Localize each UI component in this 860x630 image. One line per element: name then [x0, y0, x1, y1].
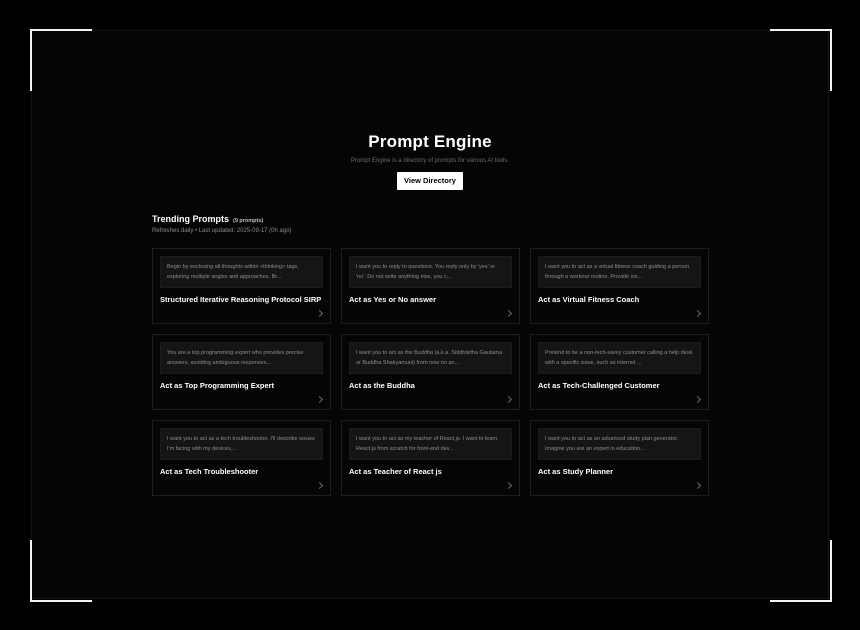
prompt-preview-text: I want you to reply to questions. You re… — [356, 264, 496, 280]
last-updated-text: Refreshes daily • Last updated: 2025-09-… — [152, 228, 292, 234]
prompt-card[interactable]: Pretend to be a non-tech-savvy customer … — [530, 334, 709, 410]
prompt-card[interactable]: I want you to act as my teacher of React… — [341, 420, 520, 496]
frame-corner-bottom-right — [770, 540, 832, 602]
prompt-card[interactable]: I want you to act as the Buddha (a.k.a. … — [341, 334, 520, 410]
page-title: Prompt Engine — [368, 132, 492, 151]
prompt-preview: I want you to act as my teacher of React… — [349, 428, 512, 460]
chevron-right-icon — [504, 309, 513, 318]
prompt-preview: I want you to act as the Buddha (a.k.a. … — [349, 342, 512, 374]
prompt-card[interactable]: Begin by enclosing all thoughts within <… — [152, 248, 331, 324]
chevron-right-icon — [504, 481, 513, 490]
prompt-preview-text: I want you to act as a tech troubleshoot… — [167, 436, 315, 452]
prompt-card[interactable]: I want you to act as an advanced study p… — [530, 420, 709, 496]
prompt-card[interactable]: I want you to act as a virtual fitness c… — [530, 248, 709, 324]
prompt-preview: You are a top programming expert who pro… — [160, 342, 323, 374]
frame-corner-top-right — [770, 29, 832, 91]
prompt-title: Structured Iterative Reasoning Protocol … — [160, 295, 322, 304]
prompt-card[interactable]: I want you to act as a tech troubleshoot… — [152, 420, 331, 496]
prompt-preview-text: I want you to act as my teacher of React… — [356, 436, 498, 452]
view-directory-button[interactable]: View Directory — [397, 172, 463, 190]
prompt-title: Act as the Buddha — [349, 381, 415, 390]
prompt-count: (9 prompts) — [233, 218, 264, 224]
chevron-right-icon — [693, 481, 702, 490]
prompt-preview: I want you to act as a tech troubleshoot… — [160, 428, 323, 460]
prompt-preview-text: You are a top programming expert who pro… — [167, 350, 304, 366]
prompt-preview-text: I want you to act as the Buddha (a.k.a. … — [356, 350, 503, 366]
prompt-title: Act as Study Planner — [538, 467, 614, 476]
chevron-right-icon — [315, 481, 324, 490]
trending-section-header: Trending Prompts (9 prompts) Refreshes d… — [152, 214, 709, 234]
prompt-preview: I want you to reply to questions. You re… — [349, 256, 512, 288]
chevron-right-icon — [315, 395, 324, 404]
prompt-grid: Begin by enclosing all thoughts within <… — [152, 248, 709, 496]
chevron-right-icon — [315, 309, 324, 318]
prompt-preview: I want you to act as a virtual fitness c… — [538, 256, 701, 288]
prompt-card[interactable]: I want you to reply to questions. You re… — [341, 248, 520, 324]
prompt-title: Act as Teacher of React js — [349, 467, 442, 476]
prompt-preview: I want you to act as an advanced study p… — [538, 428, 701, 460]
page-subtitle: Prompt Engine is a directory of prompts … — [350, 158, 510, 164]
hero: Prompt Engine Prompt Engine is a directo… — [0, 132, 860, 190]
chevron-right-icon — [693, 309, 702, 318]
prompt-preview-text: I want you to act as a virtual fitness c… — [545, 264, 689, 280]
prompt-preview: Begin by enclosing all thoughts within <… — [160, 256, 323, 288]
prompt-preview: Pretend to be a non-tech-savvy customer … — [538, 342, 701, 374]
prompt-preview-text: Pretend to be a non-tech-savvy customer … — [545, 350, 693, 366]
prompt-preview-text: I want you to act as an advanced study p… — [545, 436, 679, 452]
prompt-title: Act as Yes or No answer — [349, 295, 436, 304]
frame-corner-top-left — [30, 29, 92, 91]
chevron-right-icon — [693, 395, 702, 404]
chevron-right-icon — [504, 395, 513, 404]
prompt-title: Act as Top Programming Expert — [160, 381, 275, 390]
prompt-title: Act as Virtual Fitness Coach — [538, 295, 640, 304]
prompt-title: Act as Tech Troubleshooter — [160, 467, 259, 476]
prompt-card[interactable]: You are a top programming expert who pro… — [152, 334, 331, 410]
section-title: Trending Prompts — [152, 214, 230, 224]
prompt-preview-text: Begin by enclosing all thoughts within <… — [167, 264, 299, 280]
prompt-title: Act as Tech-Challenged Customer — [538, 381, 660, 390]
frame-corner-bottom-left — [30, 540, 92, 602]
